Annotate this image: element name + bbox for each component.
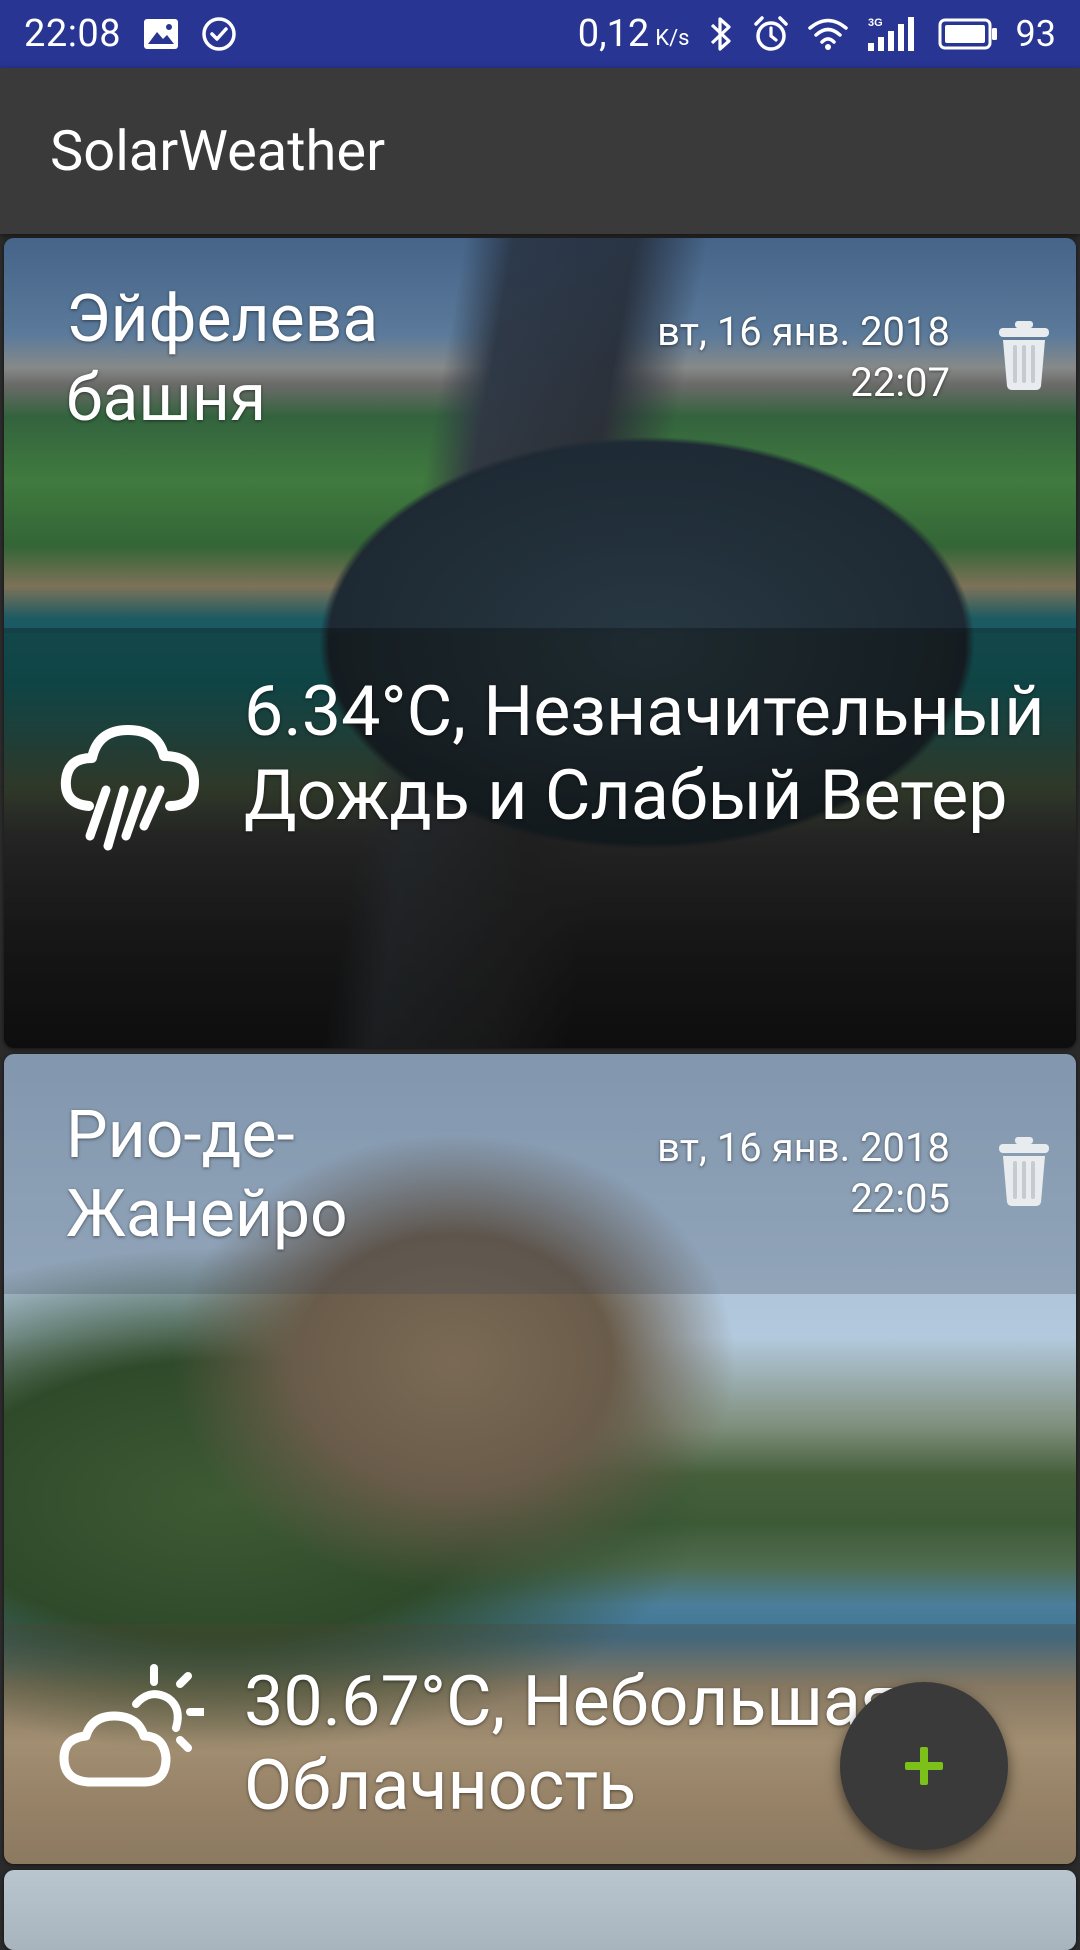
battery-icon xyxy=(938,18,998,50)
weather-card[interactable] xyxy=(4,1870,1076,1950)
network-speed: 0,12 K/s xyxy=(578,12,690,56)
image-icon xyxy=(143,18,179,50)
alarm-icon xyxy=(752,15,790,53)
update-datetime: вт, 16 янв. 2018 22:07 xyxy=(657,306,950,408)
bluetooth-icon xyxy=(708,15,734,53)
update-time: 22:07 xyxy=(850,359,950,407)
city-name: Эйфелева башня xyxy=(66,280,486,438)
plus-icon xyxy=(905,1747,943,1785)
city-name-line: Жанейро xyxy=(66,1176,348,1254)
status-bar: 22:08 0,12 K/s 3G 93 xyxy=(0,0,1080,68)
partly-cloudy-icon xyxy=(54,1654,208,1804)
speed-unit: K/s xyxy=(655,26,690,51)
weather-description: 6.34°C, Незначительный Дождь и Слабый Ве… xyxy=(244,671,1045,837)
status-time: 22:08 xyxy=(24,12,122,56)
city-name-line: Эйфелева xyxy=(66,281,379,358)
check-circle-icon xyxy=(201,16,237,52)
network-type: 3G xyxy=(868,17,883,29)
add-location-button[interactable] xyxy=(840,1682,1008,1850)
card-background-image xyxy=(4,1870,1076,1950)
update-date: вт, 16 янв. 2018 xyxy=(657,308,950,355)
rain-cloud-icon xyxy=(54,708,204,858)
update-datetime: вт, 16 янв. 2018 22:05 xyxy=(657,1122,950,1224)
trash-icon xyxy=(999,321,1049,390)
app-title: SolarWeather xyxy=(50,118,386,184)
wifi-icon xyxy=(807,17,848,51)
update-date: вт, 16 янв. 2018 xyxy=(657,1124,950,1171)
city-name-line: Рио-де- xyxy=(66,1097,295,1174)
battery-level: 93 xyxy=(1015,13,1056,55)
update-time: 22:05 xyxy=(850,1175,950,1223)
speed-value: 0,12 xyxy=(577,12,650,56)
trash-icon xyxy=(999,1137,1049,1206)
signal-icon: 3G xyxy=(866,15,920,53)
city-name: Рио-де- Жанейро xyxy=(66,1096,486,1254)
app-bar: SolarWeather xyxy=(0,68,1080,234)
delete-button[interactable] xyxy=(996,318,1052,392)
weather-card[interactable]: Эйфелева башня вт, 16 янв. 2018 22:07 6.… xyxy=(4,238,1076,1048)
delete-button[interactable] xyxy=(996,1134,1052,1208)
city-name-line: башня xyxy=(66,360,267,438)
